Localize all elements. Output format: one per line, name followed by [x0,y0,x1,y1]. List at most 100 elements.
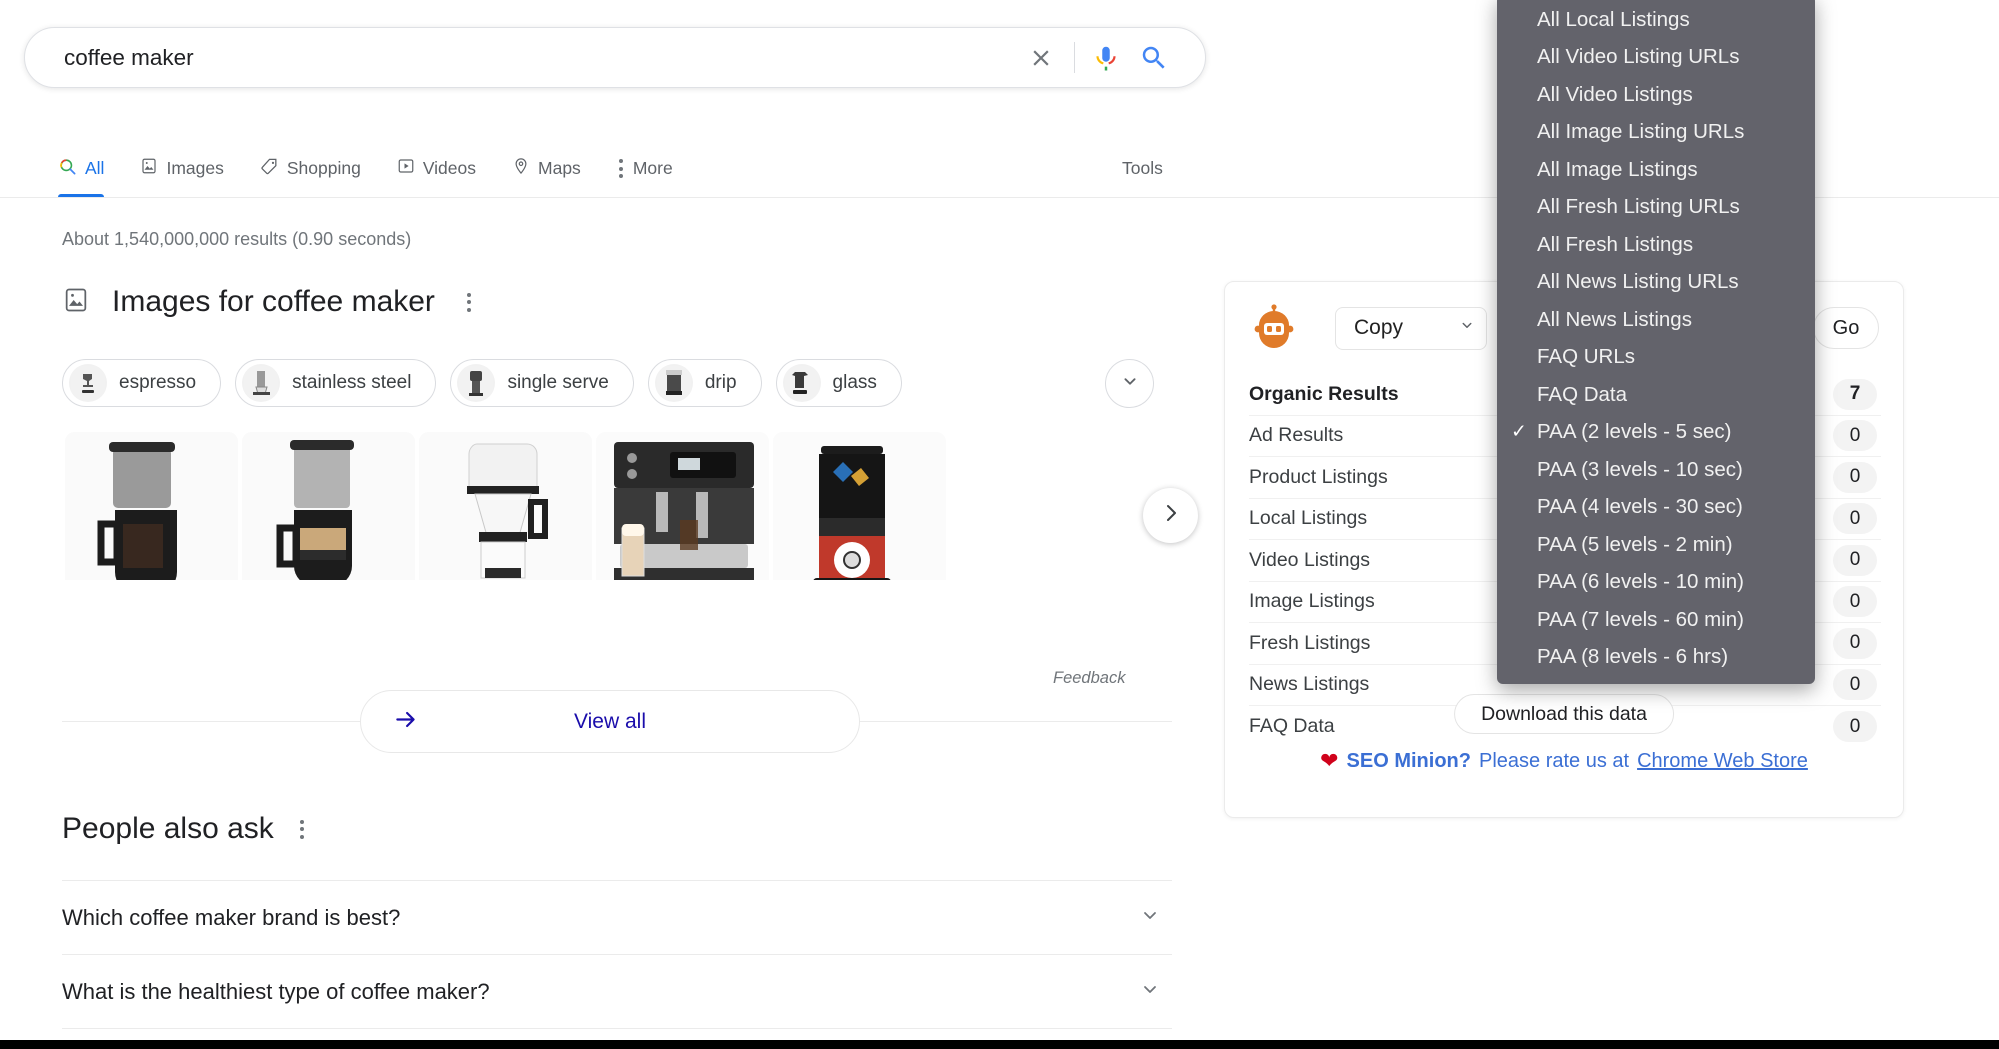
dropdown-item-label: FAQ Data [1537,382,1628,406]
image-thumbnail[interactable] [65,432,238,580]
page-title: Images for coffee maker [112,285,435,318]
image-filter-chips: espresso stainless steel single serve dr… [62,359,902,407]
dropdown-item-label: PAA (6 levels - 10 min) [1537,570,1744,594]
chevron-down-icon [1138,977,1162,1006]
tab-maps[interactable]: Maps [494,140,599,197]
image-icon [62,286,90,319]
dropdown-item[interactable]: PAA (3 levels - 10 sec) [1497,451,1815,489]
microphone-icon[interactable] [1085,37,1127,79]
go-button[interactable]: Go [1813,307,1879,349]
row-count: 0 [1833,627,1877,659]
tab-all[interactable]: All [58,140,122,197]
images-block-header: Images for coffee maker [62,285,481,319]
paa-question-item[interactable]: Which coffee maker brand is best? [62,880,1172,954]
dropdown-item[interactable]: All Fresh Listing URLs [1497,189,1815,227]
dropdown-item[interactable]: PAA (4 levels - 30 sec) [1497,489,1815,527]
row-label: Organic Results [1249,382,1399,405]
dropdown-item-selected[interactable]: ✓ PAA (2 levels - 5 sec) [1497,414,1815,452]
dropdown-item[interactable]: PAA (8 levels - 6 hrs) [1497,639,1815,677]
chip-stainless-steel[interactable]: stainless steel [235,359,437,407]
copy-mode-dropdown-menu[interactable]: All Local Listings All Video Listing URL… [1497,0,1815,684]
tab-more[interactable]: More [599,140,691,197]
mode-select[interactable]: Copy [1335,306,1487,350]
paa-question-item[interactable]: What is the healthiest type of coffee ma… [62,954,1172,1028]
dropdown-item[interactable]: All Video Listing URLs [1497,39,1815,77]
kebab-icon [617,159,625,178]
search-icon[interactable] [1127,35,1181,81]
paa-question-text: What is the healthiest type of coffee ma… [62,978,490,1004]
tab-shopping[interactable]: Shopping [242,140,379,197]
chevron-down-icon [1138,903,1162,932]
chips-expand-button[interactable] [1105,359,1154,408]
dropdown-item-label: PAA (4 levels - 30 sec) [1537,495,1743,519]
rate-us-line: ❤ SEO Minion? Please rate us at Chrome W… [1225,748,1903,774]
go-label: Go [1832,316,1860,339]
dropdown-item[interactable]: PAA (7 levels - 60 min) [1497,601,1815,639]
dropdown-item[interactable]: All Image Listings [1497,151,1815,189]
row-label: Image Listings [1249,590,1375,613]
dropdown-item-label: All Image Listings [1537,157,1698,181]
chip-label: single serve [507,372,609,393]
chip-single-serve[interactable]: single serve [450,359,634,407]
image-thumbnail[interactable] [242,432,415,580]
image-strip-next-button[interactable] [1143,488,1198,543]
dropdown-item[interactable]: PAA (6 levels - 10 min) [1497,564,1815,602]
image-thumbnail[interactable] [419,432,592,580]
chip-drip[interactable]: drip [647,359,762,407]
kebab-icon[interactable] [290,814,314,845]
image-thumbnail[interactable] [773,432,946,580]
dropdown-item-label: PAA (2 levels - 5 sec) [1537,420,1732,444]
image-thumbnail[interactable] [596,432,769,580]
map-pin-icon [512,157,530,180]
row-count: 0 [1833,544,1877,576]
dropdown-item[interactable]: FAQ Data [1497,376,1815,414]
heart-icon: ❤ [1320,748,1339,773]
chrome-web-store-link[interactable]: Chrome Web Store [1637,750,1808,773]
dropdown-item-label: PAA (8 levels - 6 hrs) [1537,645,1729,669]
chip-espresso[interactable]: espresso [62,359,222,407]
image-results-strip[interactable] [65,432,1163,580]
tab-videos-label: Videos [422,158,477,178]
dropdown-item[interactable]: All Video Listings [1497,76,1815,114]
chip-thumbnail [457,364,496,402]
search-divider [1074,42,1075,73]
chip-thumbnail [242,364,281,402]
dropdown-item[interactable]: All Image Listing URLs [1497,114,1815,152]
search-input[interactable] [25,44,1018,71]
dropdown-item[interactable]: PAA (5 levels - 2 min) [1497,526,1815,564]
dropdown-item[interactable]: All News Listing URLs [1497,264,1815,302]
tab-videos[interactable]: Videos [379,140,494,197]
view-all-label: View all [574,709,646,733]
chip-glass[interactable]: glass [775,359,902,407]
dropdown-item-label: All Video Listings [1537,82,1693,106]
chevron-right-icon [1159,501,1183,530]
dropdown-item[interactable]: All Local Listings [1497,1,1815,39]
download-data-button[interactable]: Download this data [1454,694,1674,734]
video-icon [397,157,415,180]
row-count: 0 [1833,669,1877,701]
feedback-link[interactable]: Feedback [1053,669,1125,688]
paa-bottom-divider [62,1028,1172,1029]
dropdown-item-label: PAA (3 levels - 10 sec) [1537,457,1743,481]
close-icon[interactable] [1018,35,1064,81]
bottom-bar [0,1040,1999,1049]
result-stats: About 1,540,000,000 results (0.90 second… [62,229,412,249]
tab-more-label: More [632,158,673,178]
dropdown-item[interactable]: All News Listings [1497,301,1815,339]
tools-button[interactable]: Tools [1122,140,1163,197]
download-data-label: Download this data [1481,702,1647,725]
row-label: Ad Results [1249,424,1344,447]
tab-images[interactable]: Images [122,140,241,197]
dropdown-item-label: All Fresh Listing URLs [1537,195,1740,219]
dropdown-item[interactable]: FAQ URLs [1497,339,1815,377]
view-all-button[interactable]: View all [360,690,860,753]
nav-tabs: All Images Shopping Videos Maps More [58,140,691,197]
kebab-icon[interactable] [457,287,481,318]
dropdown-item[interactable]: All Fresh Listings [1497,226,1815,264]
search-bar[interactable] [24,27,1206,88]
row-count: 0 [1833,586,1877,618]
rate-text: Please rate us at [1478,749,1630,772]
tools-label: Tools [1122,158,1163,178]
row-count: 0 [1833,711,1877,743]
robot-icon [1249,303,1299,353]
